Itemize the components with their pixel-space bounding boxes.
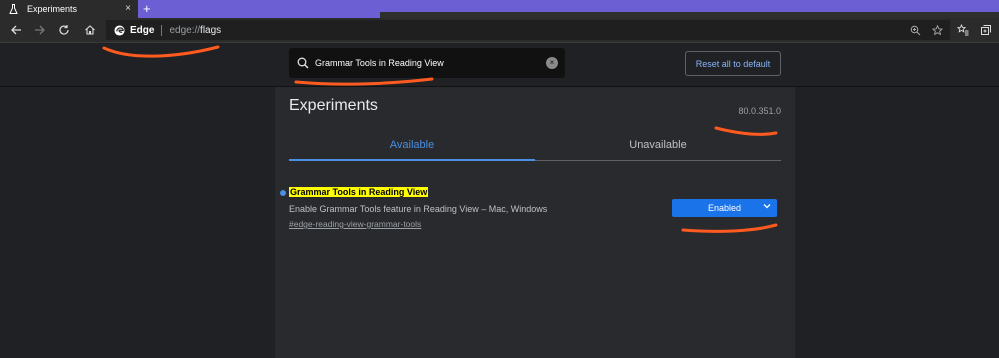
flag-description: Enable Grammar Tools feature in Reading … xyxy=(289,204,548,214)
address-bar[interactable]: Edge edge:// flags xyxy=(106,20,950,40)
zoom-icon[interactable] xyxy=(906,21,924,39)
edge-logo-icon xyxy=(114,24,125,36)
flag-state-select[interactable]: Enabled xyxy=(672,199,777,217)
back-icon[interactable] xyxy=(6,20,26,40)
home-icon[interactable] xyxy=(80,20,100,40)
favorite-star-icon[interactable] xyxy=(928,21,946,39)
collections-icon[interactable] xyxy=(976,20,996,40)
chevron-down-icon xyxy=(763,202,771,214)
tab-unavailable[interactable]: Unavailable xyxy=(535,130,781,161)
flag-state-value: Enabled xyxy=(707,203,742,213)
clear-search-icon[interactable]: × xyxy=(546,57,558,69)
tab-close-icon[interactable]: × xyxy=(125,3,131,15)
experiments-panel: Experiments 80.0.351.0 Available Unavail… xyxy=(275,87,795,358)
reset-all-button[interactable]: Reset all to default xyxy=(685,51,781,76)
search-icon xyxy=(297,57,309,69)
flags-header: Grammar Tools in Reading View × Reset al… xyxy=(0,43,999,87)
flask-icon xyxy=(8,3,18,15)
search-input[interactable]: Grammar Tools in Reading View × xyxy=(289,48,565,78)
site-label: Edge xyxy=(130,24,155,36)
tab-available[interactable]: Available xyxy=(289,130,535,161)
page-title: Experiments xyxy=(289,97,378,114)
version-label: 80.0.351.0 xyxy=(738,106,781,116)
flag-permalink[interactable]: #edge-reading-view-grammar-tools xyxy=(289,219,421,229)
toolbar: Edge edge:// flags xyxy=(0,18,999,43)
address-divider xyxy=(161,24,163,36)
search-value: Grammar Tools in Reading View xyxy=(315,58,444,68)
forward-icon[interactable] xyxy=(30,20,50,40)
url-path: flags xyxy=(200,24,222,36)
tab-title: Experiments xyxy=(27,4,78,14)
refresh-icon[interactable] xyxy=(54,20,74,40)
flag-name: Grammar Tools in Reading View xyxy=(289,187,429,197)
url-scheme: edge:// xyxy=(169,24,201,36)
new-tab-button[interactable]: + xyxy=(143,0,151,18)
modified-indicator xyxy=(280,190,286,196)
tab-experiments[interactable]: Experiments × xyxy=(0,0,138,18)
tab-bar: Experiments × + xyxy=(0,0,999,18)
favorites-icon[interactable] xyxy=(953,20,973,40)
